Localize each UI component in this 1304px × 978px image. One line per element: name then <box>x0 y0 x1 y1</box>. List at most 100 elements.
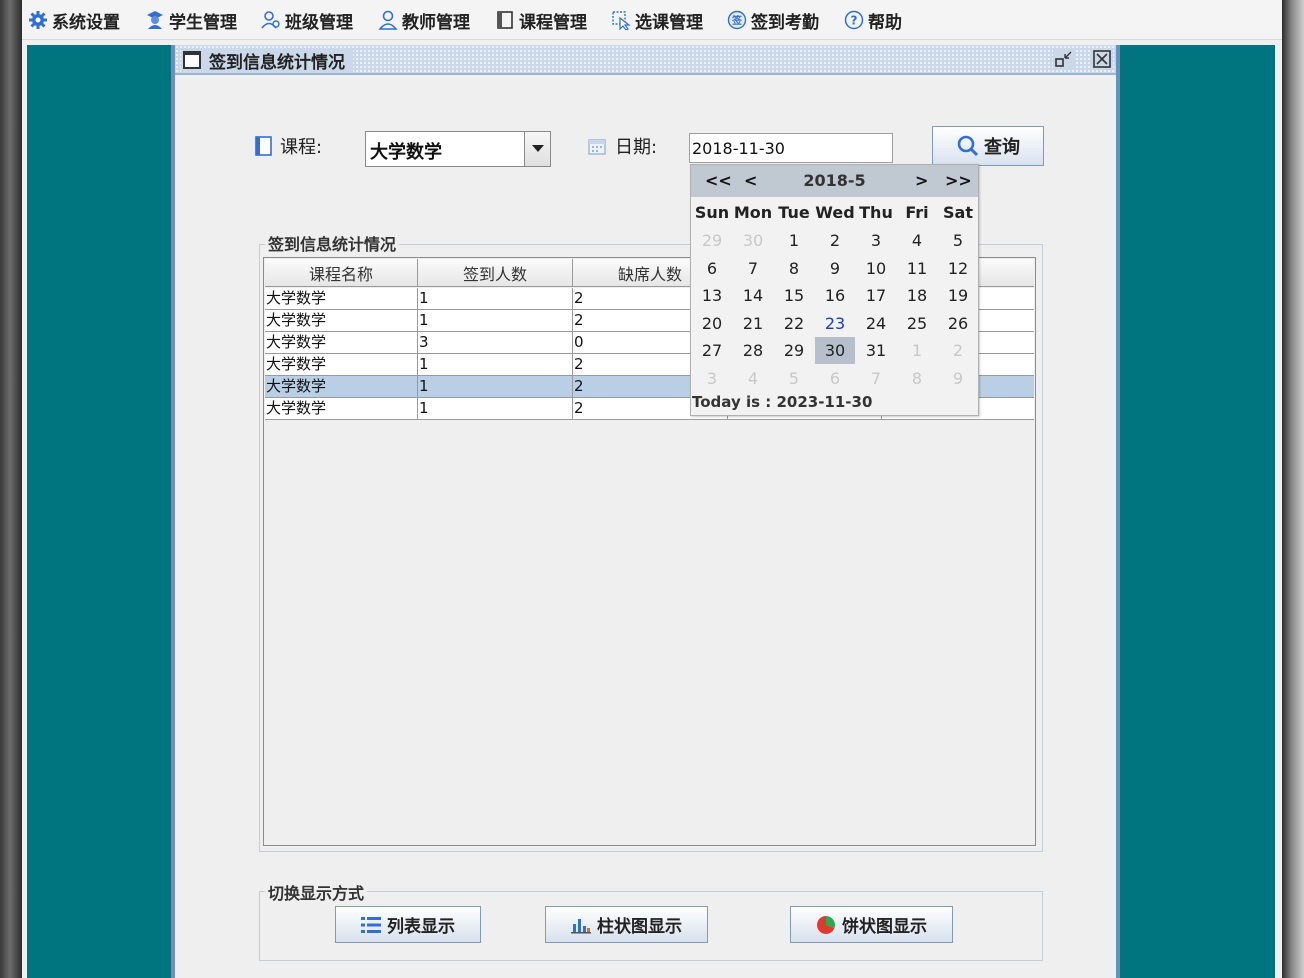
calendar-day[interactable]: 14 <box>733 286 773 305</box>
date-field[interactable] <box>689 133 893 163</box>
bar-chart-icon <box>571 918 591 933</box>
prev-year-button[interactable]: << <box>705 171 732 190</box>
column-header[interactable]: 签到人数 <box>418 259 573 286</box>
next-month-button[interactable]: > <box>915 171 928 190</box>
calendar-day[interactable]: 19 <box>938 286 978 305</box>
menu-student-management[interactable]: 学生管理 <box>145 8 237 33</box>
weekday-header: Wed <box>815 203 855 222</box>
course-label: 课程: <box>254 131 322 161</box>
calendar-day-outside-month[interactable]: 30 <box>733 231 773 250</box>
menu-system-settings[interactable]: 系统设置 <box>28 8 120 33</box>
calendar-day[interactable]: 6 <box>692 259 732 278</box>
table-cell: 1 <box>418 310 573 331</box>
calendar-day[interactable]: 3 <box>856 231 896 250</box>
calendar-today-label[interactable]: Today is : 2023-11-30 <box>692 393 872 411</box>
calendar-day[interactable]: 11 <box>897 259 937 278</box>
pie-chart-view-button[interactable]: 饼状图显示 <box>790 906 953 943</box>
calendar-day[interactable]: 16 <box>815 286 855 305</box>
menu-course-management[interactable]: 课程管理 <box>495 8 587 33</box>
prev-month-button[interactable]: < <box>744 171 757 190</box>
weekday-header: Mon <box>733 203 773 222</box>
weekday-header: Sat <box>943 203 973 222</box>
calendar-day-outside-month[interactable]: 9 <box>938 369 978 388</box>
calendar-day[interactable]: 1 <box>774 231 814 250</box>
calendar-day[interactable]: 22 <box>774 314 814 333</box>
calendar-day[interactable]: 2 <box>815 231 855 250</box>
frame-title-bar[interactable]: 签到信息统计情况 <box>175 45 1116 75</box>
stats-group-title: 签到信息统计情况 <box>265 231 400 255</box>
pie-chart-icon <box>817 915 836 934</box>
table-cell: 1 <box>418 354 573 375</box>
query-button-label: 查询 <box>984 137 1020 158</box>
calendar-day[interactable]: 28 <box>733 341 773 360</box>
list-view-button[interactable]: 列表显示 <box>335 906 481 943</box>
calendar-day[interactable]: 7 <box>733 259 773 278</box>
chevron-down-icon <box>531 145 544 152</box>
calendar-day-outside-month[interactable]: 8 <box>897 369 937 388</box>
date-label: 日期: <box>587 131 657 161</box>
menu-teacher-management[interactable]: 教师管理 <box>378 8 470 33</box>
menu-label: 教师管理 <box>402 12 470 33</box>
course-icon <box>255 136 272 156</box>
bar-chart-view-button[interactable]: 柱状图显示 <box>545 906 708 943</box>
calendar-day[interactable]: 15 <box>774 286 814 305</box>
calendar-day[interactable]: 29 <box>774 341 814 360</box>
menu-label: 系统设置 <box>52 12 120 33</box>
close-icon <box>1093 50 1111 68</box>
calendar-day-outside-month[interactable]: 4 <box>733 369 773 388</box>
calendar-day-outside-month[interactable]: 7 <box>856 369 896 388</box>
table-cell: 1 <box>418 288 573 309</box>
calendar-day-outside-month[interactable]: 3 <box>692 369 732 388</box>
frame-title: 签到信息统计情况 <box>209 52 345 73</box>
calendar-day[interactable]: 23 <box>815 314 855 333</box>
course-select[interactable]: 大学数学 <box>365 131 551 167</box>
weekday-header: Tue <box>778 203 810 222</box>
calendar-day[interactable]: 20 <box>692 314 732 333</box>
calendar-day-outside-month[interactable]: 2 <box>938 341 978 360</box>
calendar-day-outside-month[interactable]: 1 <box>897 341 937 360</box>
calendar-day[interactable]: 31 <box>856 341 896 360</box>
next-year-button[interactable]: >> <box>945 171 972 190</box>
course-icon <box>497 11 513 29</box>
menu-class-management[interactable]: 班级管理 <box>261 8 353 33</box>
menu-course-selection-management[interactable]: 选课管理 <box>611 8 703 33</box>
menu-checkin-attendance[interactable]: 签 签到考勤 <box>727 8 819 33</box>
calendar-day[interactable]: 12 <box>938 259 978 278</box>
calendar-day-outside-month[interactable]: 29 <box>692 231 732 250</box>
calendar-day[interactable]: 9 <box>815 259 855 278</box>
table-cell: 大学数学 <box>265 376 418 397</box>
restore-button[interactable] <box>1053 48 1075 70</box>
menu-label: 学生管理 <box>169 12 237 33</box>
calendar-day[interactable]: 18 <box>897 286 937 305</box>
calendar-month-label: 2018-5 <box>803 171 866 190</box>
calendar-day[interactable]: 5 <box>938 231 978 250</box>
calendar-day[interactable]: 30 <box>815 337 855 364</box>
calendar-day[interactable]: 8 <box>774 259 814 278</box>
date-picker-popup: 2018-5 << < > >> Sun Mon Tue Wed Thu Fri Sat 29… <box>690 164 979 416</box>
weekday-header: Thu <box>859 203 893 222</box>
calendar-header: 2018-5 << < > >> <box>691 165 978 197</box>
calendar-day[interactable]: 13 <box>692 286 732 305</box>
menu-help[interactable]: ? 帮助 <box>844 8 902 33</box>
calendar-day[interactable]: 25 <box>897 314 937 333</box>
weekday-header: Sun <box>694 203 730 222</box>
student-icon <box>147 11 163 29</box>
course-select-value: 大学数学 <box>370 142 442 163</box>
calendar-day[interactable]: 17 <box>856 286 896 305</box>
combo-dropdown-button[interactable] <box>524 132 550 166</box>
calendar-day[interactable]: 4 <box>897 231 937 250</box>
close-button[interactable] <box>1091 48 1113 70</box>
svg-text:签: 签 <box>731 14 743 27</box>
calendar-day[interactable]: 24 <box>856 314 896 333</box>
query-button[interactable]: 查询 <box>932 126 1044 166</box>
calendar-day-outside-month[interactable]: 6 <box>815 369 855 388</box>
calendar-icon <box>588 139 606 155</box>
search-icon <box>957 135 979 157</box>
calendar-day-outside-month[interactable]: 5 <box>774 369 814 388</box>
calendar-day[interactable]: 10 <box>856 259 896 278</box>
calendar-day[interactable]: 26 <box>938 314 978 333</box>
calendar-day[interactable]: 21 <box>733 314 773 333</box>
calendar-day[interactable]: 27 <box>692 341 732 360</box>
column-header[interactable]: 课程名称 <box>265 259 418 286</box>
menu-label: 帮助 <box>868 12 902 33</box>
